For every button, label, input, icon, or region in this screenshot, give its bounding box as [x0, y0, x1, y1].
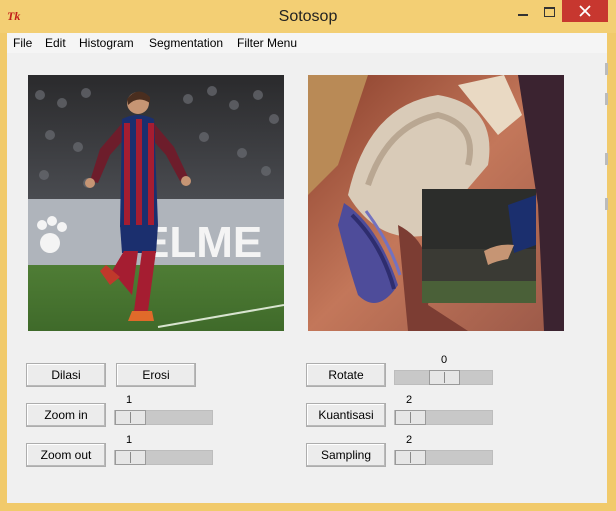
menu-edit[interactable]: Edit	[45, 36, 66, 50]
zoom-in-value: 1	[125, 394, 133, 406]
rotate-value: 0	[440, 354, 448, 366]
zoom-out-value: 1	[125, 434, 133, 446]
zoom-out-slider[interactable]	[114, 450, 213, 465]
maximize-button[interactable]	[536, 0, 562, 22]
kuantisasi-value: 2	[405, 394, 413, 406]
rotate-button[interactable]: Rotate	[306, 363, 386, 387]
zoom-in-slider[interactable]	[114, 410, 213, 425]
slider-thumb[interactable]	[115, 450, 146, 465]
original-image: ELME	[28, 75, 284, 331]
menu-filter[interactable]: Filter Menu	[237, 36, 297, 50]
sampling-slider[interactable]	[394, 450, 493, 465]
processed-image	[308, 75, 564, 331]
menu-histogram[interactable]: Histogram	[79, 36, 134, 50]
sampling-button[interactable]: Sampling	[306, 443, 386, 467]
slider-thumb[interactable]	[429, 370, 460, 385]
menu-segmentation[interactable]: Segmentation	[149, 36, 223, 50]
edge-marker	[605, 63, 608, 75]
zoom-out-button[interactable]: Zoom out	[26, 443, 106, 467]
kuantisasi-slider[interactable]	[394, 410, 493, 425]
rotate-slider[interactable]	[394, 370, 493, 385]
dilasi-button[interactable]: Dilasi	[26, 363, 106, 387]
edge-marker	[605, 198, 608, 210]
stadium-board-text: ELME	[140, 218, 262, 267]
title-bar[interactable]: Tk Sotosop	[0, 0, 616, 33]
app-window: Tk Sotosop File Edit Histogram Segmentat…	[0, 0, 616, 511]
sampling-value: 2	[405, 434, 413, 446]
slider-thumb[interactable]	[115, 410, 146, 425]
zoom-in-button[interactable]: Zoom in	[26, 403, 106, 427]
menu-file[interactable]: File	[13, 36, 32, 50]
close-button[interactable]	[562, 0, 608, 22]
slider-thumb[interactable]	[395, 410, 426, 425]
edge-marker	[605, 93, 608, 105]
minimize-button[interactable]	[510, 0, 536, 22]
edge-marker	[605, 153, 608, 165]
kuantisasi-button[interactable]: Kuantisasi	[306, 403, 386, 427]
slider-thumb[interactable]	[395, 450, 426, 465]
menu-bar: File Edit Histogram Segmentation Filter …	[7, 33, 607, 53]
erosi-button[interactable]: Erosi	[116, 363, 196, 387]
close-icon	[579, 5, 591, 17]
client-area: File Edit Histogram Segmentation Filter …	[7, 33, 608, 503]
